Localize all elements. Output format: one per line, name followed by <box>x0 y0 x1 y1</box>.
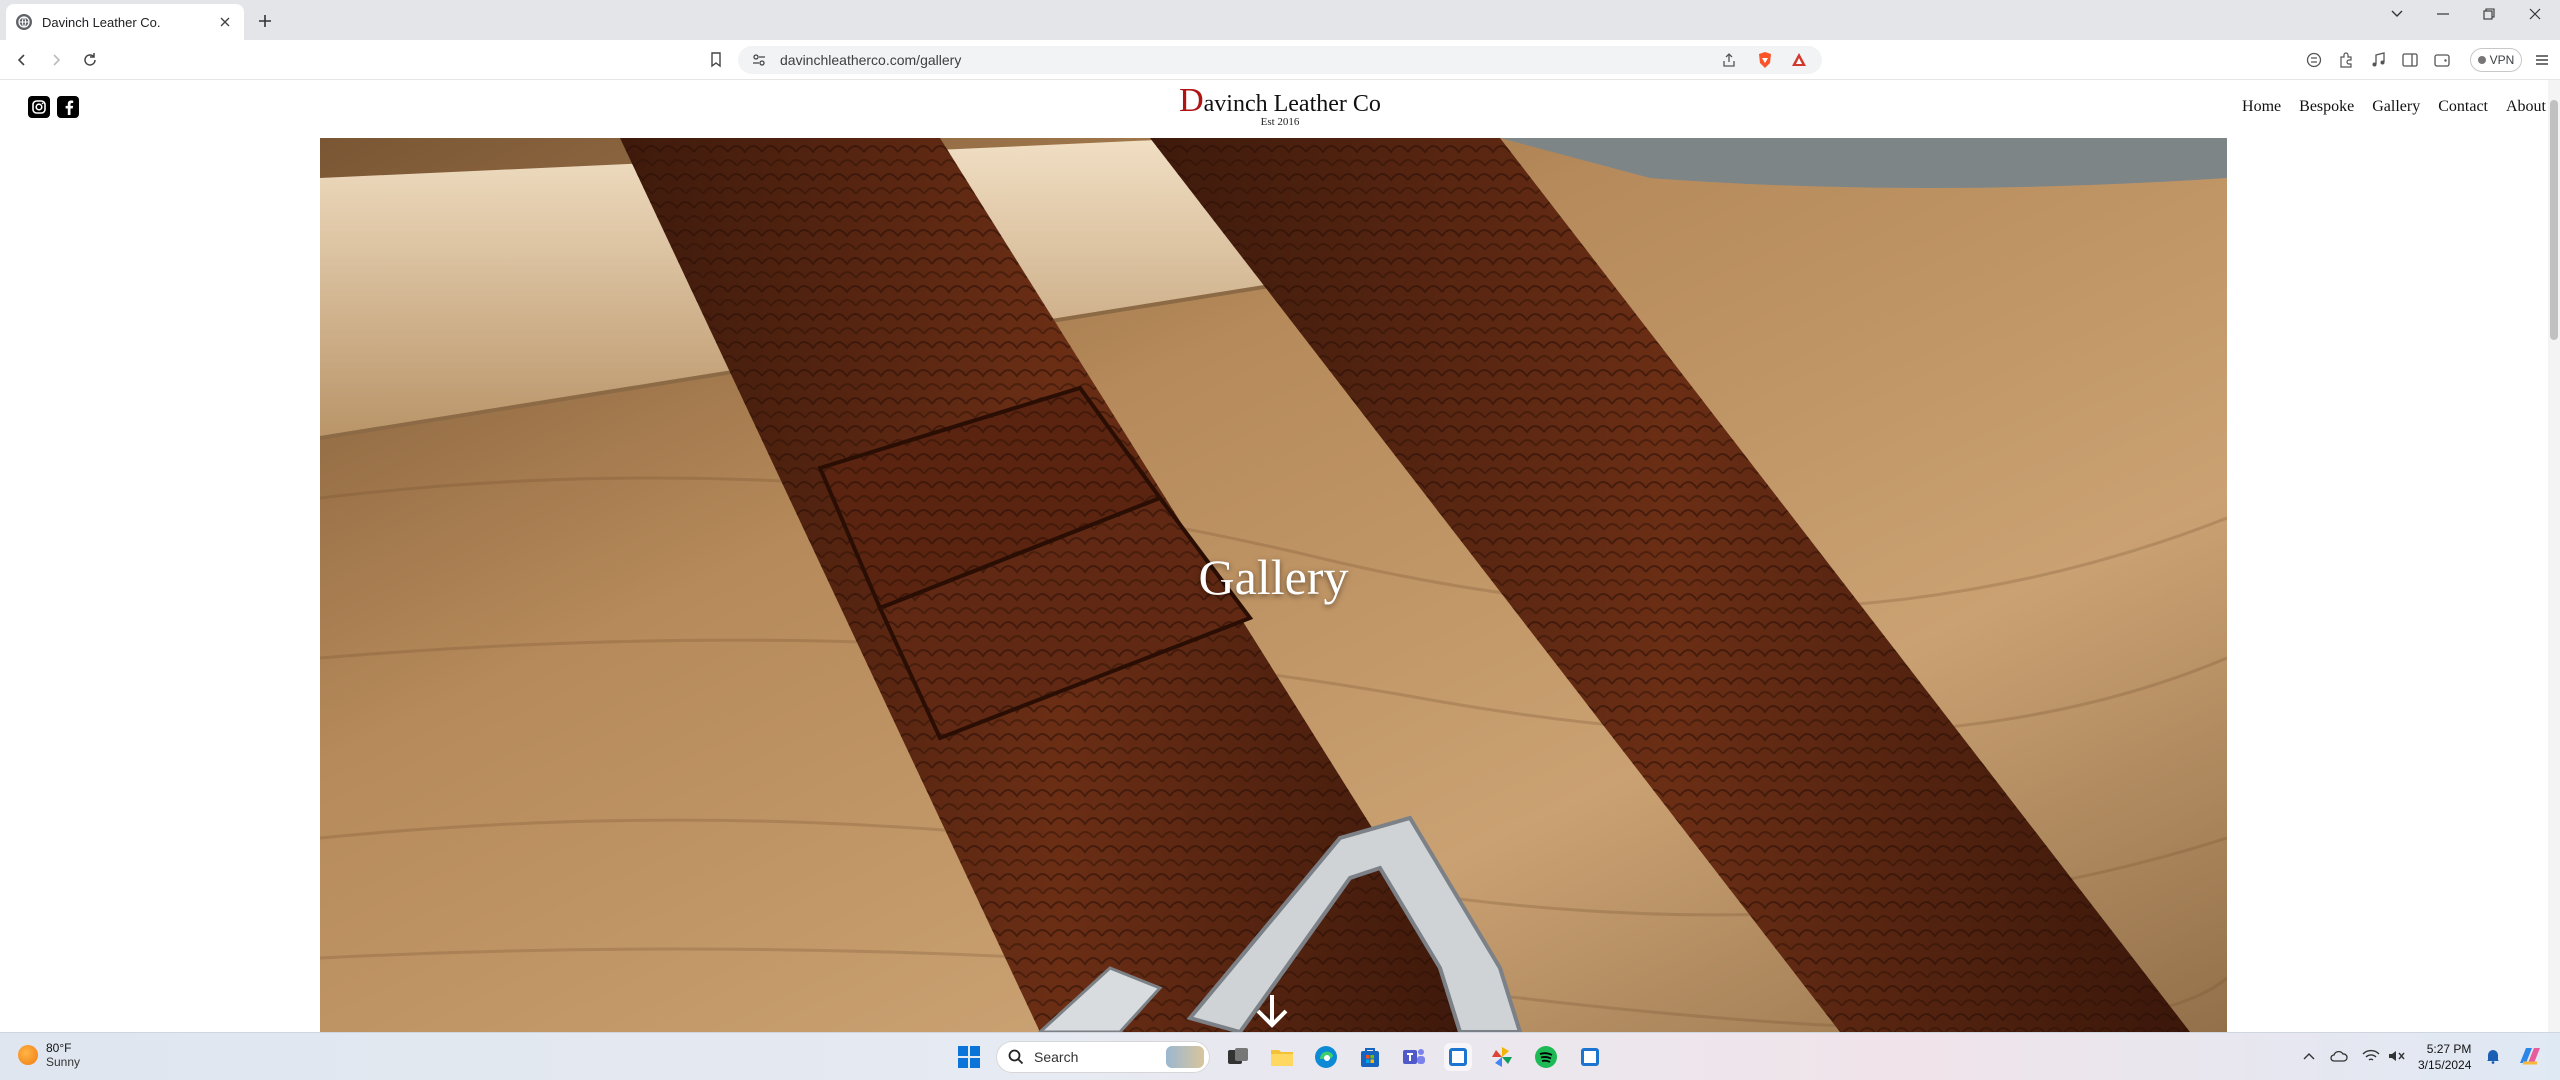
browser-toolbar: davinchleatherco.com/gallery VPN <box>0 40 2560 80</box>
weather-temperature: 80°F <box>46 1041 72 1055</box>
windows-start-icon[interactable] <box>955 1043 983 1071</box>
spotify-icon[interactable] <box>1532 1043 1560 1071</box>
tab-title: Davinch Leather Co. <box>42 14 161 30</box>
brave-taskbar-app-icon[interactable] <box>1444 1043 1472 1071</box>
browser-tab[interactable]: Davinch Leather Co. <box>6 4 244 40</box>
search-label: Search <box>1034 1049 1079 1065</box>
nav-contact[interactable]: Contact <box>2438 98 2488 116</box>
pinwheel-app-icon[interactable] <box>1488 1043 1516 1071</box>
bookmark-icon[interactable] <box>704 48 728 72</box>
hamburger-menu-icon[interactable] <box>2530 48 2554 72</box>
browser-tab-bar: Davinch Leather Co. <box>0 0 2560 40</box>
close-window-button[interactable] <box>2512 0 2558 28</box>
facebook-icon[interactable] <box>57 96 79 118</box>
weather-condition: Sunny <box>46 1055 81 1069</box>
vpn-button[interactable]: VPN <box>2470 48 2522 72</box>
nav-about[interactable]: About <box>2506 98 2546 116</box>
logo-name: avinch Leather Co <box>1203 91 1381 117</box>
logo-initial: D <box>1179 82 1204 119</box>
close-tab-icon[interactable] <box>216 13 234 31</box>
wifi-icon[interactable] <box>2362 1047 2380 1065</box>
restore-button[interactable] <box>2466 0 2512 28</box>
instagram-icon[interactable] <box>28 96 50 118</box>
site-header: Davinch Leather Co Est 2016 Home Bespoke… <box>0 80 2548 138</box>
scrollbar-thumb[interactable] <box>2550 100 2558 340</box>
nav-home[interactable]: Home <box>2242 98 2281 116</box>
site-nav: Home Bespoke Gallery Contact About <box>2242 98 2546 116</box>
search-highlight-icon <box>1166 1046 1204 1068</box>
speaker-muted-icon[interactable] <box>2388 1047 2406 1065</box>
media-music-icon[interactable] <box>2366 48 2390 72</box>
wallet-icon[interactable] <box>2430 48 2454 72</box>
clock-date: 3/15/2024 <box>2418 1058 2472 1072</box>
onedrive-icon[interactable] <box>2330 1047 2348 1065</box>
globe-icon <box>16 14 32 30</box>
back-arrow-icon[interactable] <box>10 48 34 72</box>
vpn-label: VPN <box>2489 53 2515 67</box>
file-explorer-icon[interactable] <box>1268 1043 1296 1071</box>
task-view-icon[interactable] <box>1224 1043 1252 1071</box>
page-scrollbar[interactable] <box>2548 80 2560 1032</box>
notification-bell-icon[interactable] <box>2484 1047 2502 1065</box>
extensions-puzzle-icon[interactable] <box>2334 48 2358 72</box>
search-icon <box>1008 1049 1024 1065</box>
vpn-status-icon <box>2477 56 2486 64</box>
remote-desktop-icon[interactable] <box>1576 1043 1604 1071</box>
nav-bespoke[interactable]: Bespoke <box>2299 98 2354 116</box>
sun-icon <box>18 1045 38 1065</box>
windows-taskbar: 80°F Sunny Search 5:27 PM 3/15/2024 <box>0 1032 2560 1080</box>
taskbar-clock[interactable]: 5:27 PM 3/15/2024 <box>2418 1041 2471 1073</box>
teams-icon[interactable] <box>1400 1043 1428 1071</box>
edge-browser-icon[interactable] <box>1312 1043 1340 1071</box>
forward-arrow-icon[interactable] <box>44 48 68 72</box>
taskbar-search[interactable]: Search <box>996 1041 1210 1073</box>
minimize-button[interactable] <box>2420 0 2466 28</box>
address-bar[interactable]: davinchleatherco.com/gallery <box>738 46 1822 74</box>
scroll-down-arrow-icon[interactable] <box>1252 993 1292 1029</box>
tab-search-chevron-icon[interactable] <box>2374 0 2420 28</box>
copilot-icon[interactable] <box>2516 1044 2544 1068</box>
hero-title: Gallery <box>1198 549 1349 605</box>
extension-icon[interactable] <box>2302 48 2326 72</box>
microsoft-store-icon[interactable] <box>1356 1043 1384 1071</box>
brave-rewards-icon[interactable] <box>1790 51 1808 69</box>
url-text[interactable]: davinchleatherco.com/gallery <box>780 52 961 68</box>
chevron-up-icon[interactable] <box>2300 1047 2318 1065</box>
weather-widget[interactable]: 80°F Sunny <box>18 1041 80 1069</box>
brave-shields-icon[interactable] <box>1756 51 1774 69</box>
sidebar-icon[interactable] <box>2398 48 2422 72</box>
share-icon[interactable] <box>1720 51 1738 69</box>
site-logo[interactable]: Davinch Leather Co Est 2016 <box>1160 82 1400 128</box>
site-settings-icon[interactable] <box>750 51 768 69</box>
new-tab-button[interactable] <box>254 10 276 32</box>
clock-time: 5:27 PM <box>2426 1042 2472 1056</box>
hero-banner: Gallery <box>320 138 2227 1032</box>
reload-icon[interactable] <box>78 48 102 72</box>
nav-gallery[interactable]: Gallery <box>2372 98 2420 116</box>
